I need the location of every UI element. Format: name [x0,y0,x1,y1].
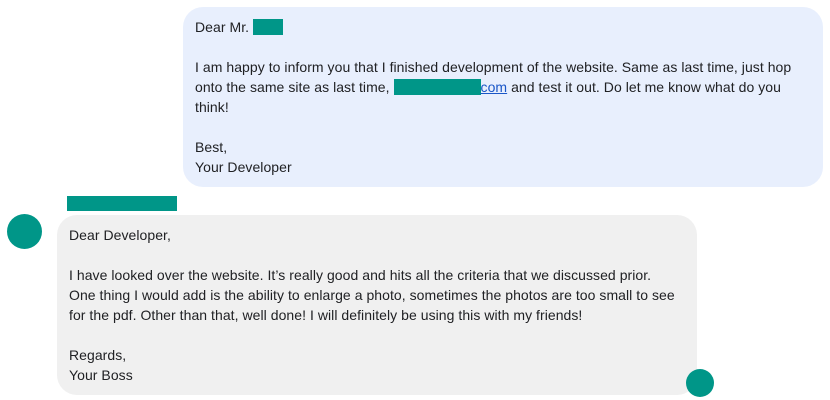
message-body-line: I am happy to inform you that I finished… [195,59,792,75]
sender-avatar[interactable] [7,214,42,249]
redacted-link-text [393,79,481,95]
signoff: Best, [195,139,228,155]
redacted-sender-name [67,196,177,211]
redacted-recipient-name [253,19,284,35]
website-link[interactable]: com [481,79,508,95]
greeting-line: Dear Mr. [195,17,811,37]
signature: Your Boss [69,367,133,383]
message-body-line: for the pdf. Other than that, well done!… [69,307,583,323]
message-thread: Dear Mr. I am happy to inform you that I… [0,0,830,400]
message-body-line: onto the same site as last time, com and… [195,79,781,95]
message-body-line: think! [195,99,229,115]
incoming-message-bubble[interactable]: Dear Developer, I have looked over the w… [57,215,697,395]
signature: Your Developer [195,159,292,175]
outgoing-message-bubble[interactable]: Dear Mr. I am happy to inform you that I… [183,7,823,187]
message-body-line: One thing I would add is the ability to … [69,287,675,303]
message-body-line: I have looked over the website. It’s rea… [69,267,652,283]
read-receipt-avatar [686,369,714,397]
greeting-line: Dear Developer, [69,227,171,243]
signoff: Regards, [69,347,127,363]
